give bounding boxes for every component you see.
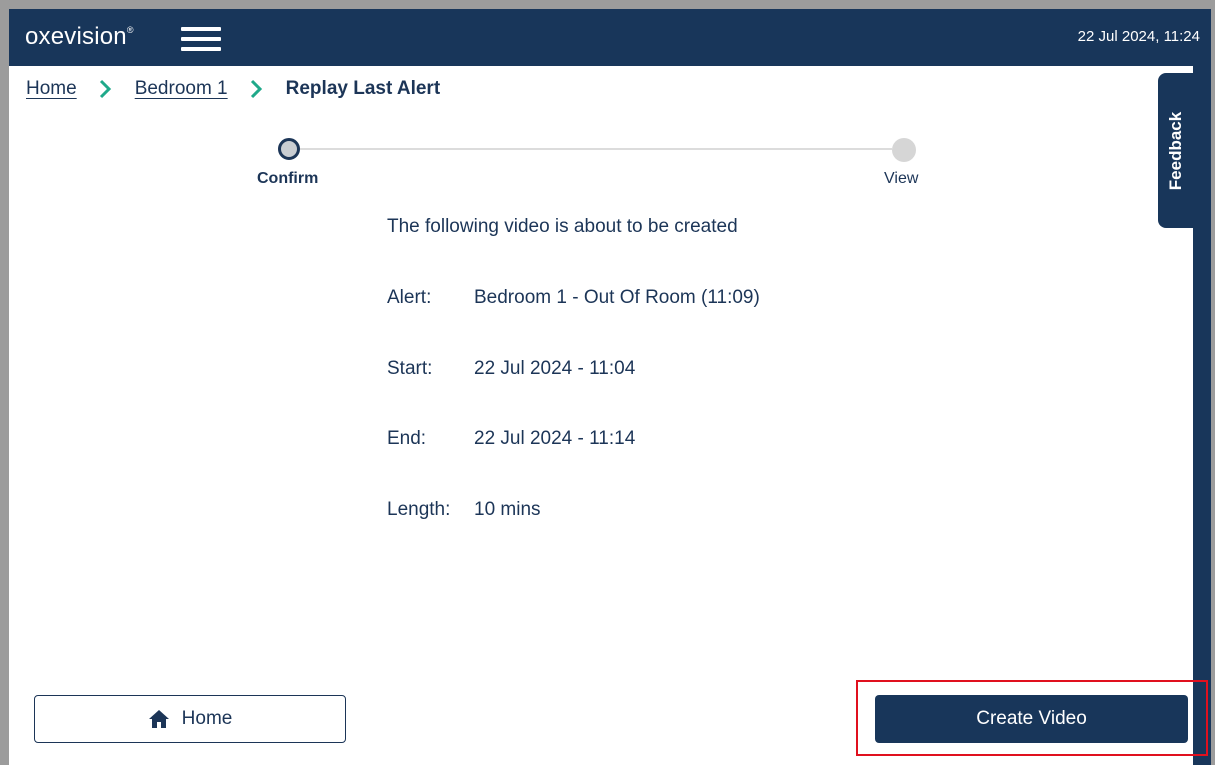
home-button[interactable]: Home <box>34 695 346 743</box>
step-view-label: View <box>884 170 919 187</box>
breadcrumb-home-link[interactable]: Home <box>26 78 77 100</box>
window-frame-left <box>0 0 9 765</box>
create-video-label: Create Video <box>976 708 1087 729</box>
app-logo: oxevision® <box>25 23 134 50</box>
stepper-track <box>300 148 892 150</box>
detail-label: Length: <box>387 499 451 520</box>
chevron-right-icon <box>250 79 262 99</box>
top-bar: oxevision® 22 Jul 2024, 11:24 <box>9 9 1211 66</box>
window-frame-top <box>0 0 1215 9</box>
detail-value: Bedroom 1 - Out Of Room (11:09) <box>474 287 760 308</box>
detail-label: Alert: <box>387 287 432 308</box>
breadcrumb-bedroom-link[interactable]: Bedroom 1 <box>135 78 228 100</box>
detail-row-start: Start: 22 Jul 2024 - 11:04 <box>387 358 635 380</box>
detail-label: End: <box>387 428 427 449</box>
step-confirm-dot <box>278 138 300 160</box>
home-button-label: Home <box>181 708 233 729</box>
detail-value: 10 mins <box>474 499 541 520</box>
detail-row-length: Length: 10 mins <box>387 499 541 521</box>
home-icon <box>148 710 169 728</box>
hamburger-menu-icon[interactable] <box>181 25 221 53</box>
current-datetime: 22 Jul 2024, 11:24 <box>1077 28 1200 45</box>
step-confirm-label: Confirm <box>257 170 319 187</box>
intro-text: The following video is about to be creat… <box>387 216 738 237</box>
feedback-label: Feedback <box>1166 111 1185 190</box>
breadcrumb-current: Replay Last Alert <box>285 78 441 99</box>
create-video-button[interactable]: Create Video <box>875 695 1188 743</box>
detail-row-end: End: 22 Jul 2024 - 11:14 <box>387 428 635 450</box>
breadcrumb: Home Bedroom 1 Replay Last Alert <box>26 78 440 100</box>
window-frame-right <box>1211 0 1215 765</box>
right-side-panel <box>1193 66 1211 765</box>
detail-value: 22 Jul 2024 - 11:04 <box>474 358 636 379</box>
chevron-right-icon <box>99 79 111 99</box>
detail-label: Start: <box>387 358 433 379</box>
feedback-tab[interactable]: Feedback <box>1158 73 1194 228</box>
detail-value: 22 Jul 2024 - 11:14 <box>474 428 636 449</box>
step-view-dot <box>892 138 916 162</box>
detail-row-alert: Alert: Bedroom 1 - Out Of Room (11:09) <box>387 287 760 309</box>
